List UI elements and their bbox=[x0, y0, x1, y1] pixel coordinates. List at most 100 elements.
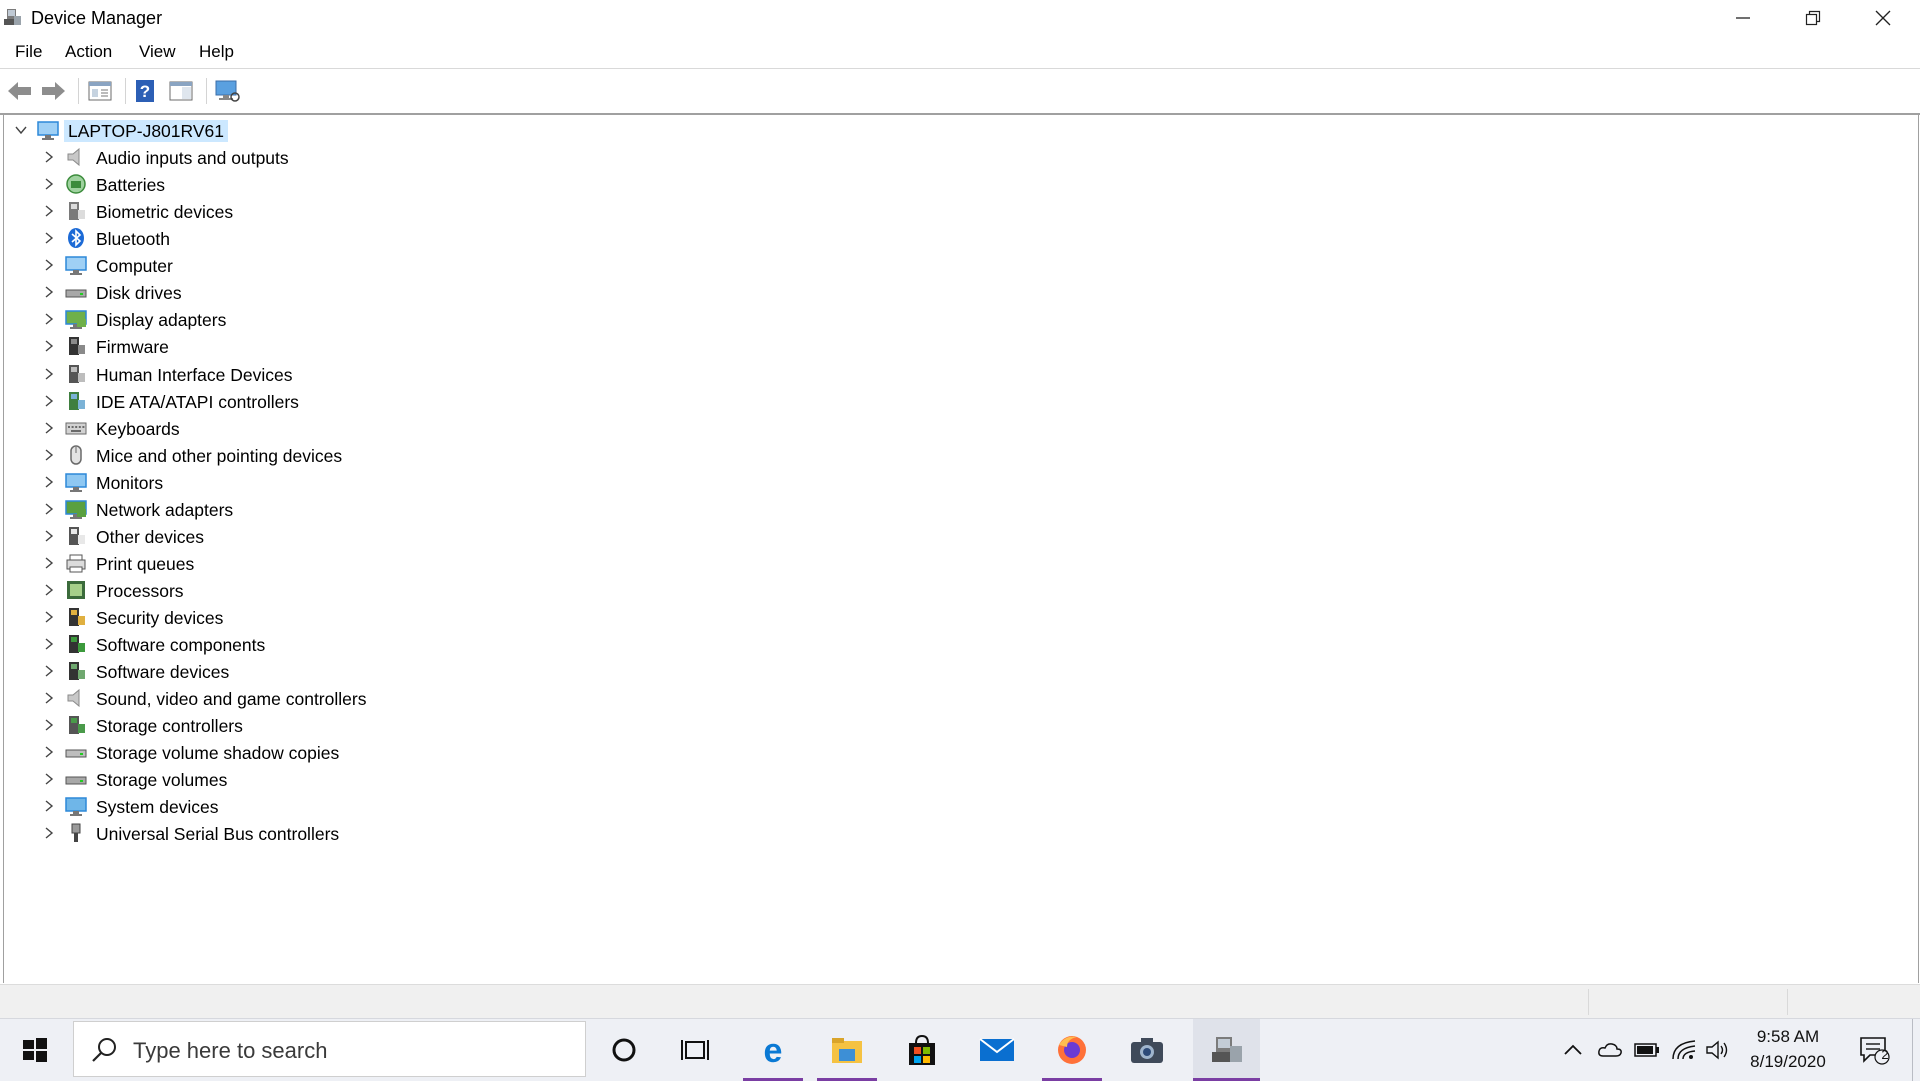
tree-category-row[interactable]: Network adapters bbox=[4, 496, 1904, 523]
tree-category-row[interactable]: Bluetooth bbox=[4, 225, 1904, 252]
close-button[interactable] bbox=[1848, 0, 1917, 36]
tree-category-row[interactable]: Display adapters bbox=[4, 306, 1904, 333]
expand-toggle[interactable] bbox=[14, 123, 28, 137]
tree-category-row[interactable]: Security devices bbox=[4, 604, 1904, 631]
tree-category-row[interactable]: Batteries bbox=[4, 171, 1904, 198]
tree-category-label[interactable]: Bluetooth bbox=[96, 228, 170, 250]
onedrive-button[interactable] bbox=[1597, 1037, 1623, 1063]
show-hidden-icons-button[interactable] bbox=[1560, 1037, 1586, 1063]
forward-button[interactable] bbox=[38, 76, 68, 106]
search-box[interactable]: Type here to search bbox=[73, 1021, 586, 1077]
tree-category-row[interactable]: Biometric devices bbox=[4, 198, 1904, 225]
start-button[interactable] bbox=[5, 1019, 65, 1081]
tree-category-label[interactable]: Human Interface Devices bbox=[96, 364, 292, 386]
help-button[interactable]: ? bbox=[130, 76, 160, 106]
expand-toggle[interactable] bbox=[42, 367, 56, 381]
tree-category-label[interactable]: Software components bbox=[96, 634, 265, 656]
tree-category-row[interactable]: System devices bbox=[4, 793, 1904, 820]
tree-category-label[interactable]: Mice and other pointing devices bbox=[96, 445, 342, 467]
restore-button[interactable] bbox=[1778, 0, 1847, 36]
battery-status-button[interactable] bbox=[1634, 1037, 1660, 1063]
tree-category-label[interactable]: Disk drives bbox=[96, 282, 182, 304]
expand-toggle[interactable] bbox=[42, 718, 56, 732]
expand-toggle[interactable] bbox=[42, 258, 56, 272]
taskbar-app-mail[interactable] bbox=[967, 1019, 1027, 1081]
tree-category-row[interactable]: Human Interface Devices bbox=[4, 361, 1904, 388]
tree-category-label[interactable]: Audio inputs and outputs bbox=[96, 147, 289, 169]
expand-toggle[interactable] bbox=[42, 177, 56, 191]
tree-category-row[interactable]: Processors bbox=[4, 577, 1904, 604]
clock-date[interactable]: 8/19/2020 bbox=[1736, 1052, 1840, 1072]
tree-category-row[interactable]: Mice and other pointing devices bbox=[4, 442, 1904, 469]
tree-category-row[interactable]: Storage volume shadow copies bbox=[4, 739, 1904, 766]
menu-file[interactable]: File bbox=[15, 42, 42, 62]
task-view-button[interactable] bbox=[665, 1019, 725, 1081]
expand-toggle[interactable] bbox=[42, 637, 56, 651]
expand-toggle[interactable] bbox=[42, 475, 56, 489]
tree-category-label[interactable]: Security devices bbox=[96, 607, 223, 629]
expand-toggle[interactable] bbox=[42, 529, 56, 543]
expand-toggle[interactable] bbox=[42, 150, 56, 164]
tree-category-row[interactable]: Keyboards bbox=[4, 415, 1904, 442]
expand-toggle[interactable] bbox=[42, 745, 56, 759]
tree-root-label[interactable]: LAPTOP-J801RV61 bbox=[64, 120, 228, 142]
expand-toggle[interactable] bbox=[42, 448, 56, 462]
tree-category-label[interactable]: Keyboards bbox=[96, 418, 180, 440]
tree-category-row[interactable]: Software components bbox=[4, 631, 1904, 658]
properties-button[interactable] bbox=[85, 76, 115, 106]
expand-toggle[interactable] bbox=[42, 421, 56, 435]
expand-toggle[interactable] bbox=[42, 799, 56, 813]
tree-category-row[interactable]: Storage controllers bbox=[4, 712, 1904, 739]
tree-category-label[interactable]: Processors bbox=[96, 580, 184, 602]
tree-category-label[interactable]: Network adapters bbox=[96, 499, 233, 521]
expand-toggle[interactable] bbox=[42, 664, 56, 678]
expand-toggle[interactable] bbox=[42, 691, 56, 705]
tree-category-row[interactable]: IDE ATA/ATAPI controllers bbox=[4, 388, 1904, 415]
tree-category-label[interactable]: Other devices bbox=[96, 526, 204, 548]
tree-category-label[interactable]: Firmware bbox=[96, 336, 169, 358]
expand-toggle[interactable] bbox=[42, 826, 56, 840]
expand-toggle[interactable] bbox=[42, 312, 56, 326]
expand-toggle[interactable] bbox=[42, 610, 56, 624]
expand-toggle[interactable] bbox=[42, 502, 56, 516]
expand-toggle[interactable] bbox=[42, 394, 56, 408]
tree-root[interactable]: LAPTOP-J801RV61 bbox=[4, 117, 1904, 144]
menu-help[interactable]: Help bbox=[199, 42, 234, 62]
taskbar-app-file-explorer[interactable] bbox=[817, 1019, 877, 1081]
tree-category-label[interactable]: System devices bbox=[96, 796, 219, 818]
tree-category-label[interactable]: Universal Serial Bus controllers bbox=[96, 823, 339, 845]
expand-toggle[interactable] bbox=[42, 204, 56, 218]
expand-toggle[interactable] bbox=[42, 285, 56, 299]
tree-category-row[interactable]: Print queues bbox=[4, 550, 1904, 577]
tree-category-row[interactable]: Disk drives bbox=[4, 279, 1904, 306]
action-center-button[interactable]: 2 bbox=[1857, 1035, 1893, 1065]
tree-category-row[interactable]: Universal Serial Bus controllers bbox=[4, 820, 1904, 847]
tree-category-label[interactable]: Monitors bbox=[96, 472, 163, 494]
tree-category-row[interactable]: Audio inputs and outputs bbox=[4, 144, 1904, 171]
tree-category-label[interactable]: Storage volume shadow copies bbox=[96, 742, 339, 764]
tree-category-label[interactable]: Computer bbox=[96, 255, 173, 277]
expand-toggle[interactable] bbox=[42, 339, 56, 353]
menu-view[interactable]: View bbox=[139, 42, 176, 62]
network-status-button[interactable] bbox=[1671, 1037, 1697, 1063]
taskbar-app-device-manager[interactable] bbox=[1193, 1019, 1260, 1081]
tree-category-label[interactable]: Sound, video and game controllers bbox=[96, 688, 366, 710]
tree-category-row[interactable]: Sound, video and game controllers bbox=[4, 685, 1904, 712]
tree-category-row[interactable]: Computer bbox=[4, 252, 1904, 279]
taskbar-app-firefox[interactable] bbox=[1042, 1019, 1102, 1081]
taskbar-app-camera[interactable] bbox=[1117, 1019, 1177, 1081]
tree-category-label[interactable]: Storage controllers bbox=[96, 715, 243, 737]
show-desktop-button[interactable] bbox=[1912, 1019, 1920, 1081]
tree-category-row[interactable]: Other devices bbox=[4, 523, 1904, 550]
tree-category-row[interactable]: Storage volumes bbox=[4, 766, 1904, 793]
tree-category-label[interactable]: IDE ATA/ATAPI controllers bbox=[96, 391, 299, 413]
taskbar-app-store[interactable] bbox=[892, 1019, 952, 1081]
taskbar-app-edge[interactable]: e bbox=[743, 1019, 803, 1081]
scan-hardware-button[interactable] bbox=[212, 76, 242, 106]
menu-action[interactable]: Action bbox=[65, 42, 112, 62]
tree-category-row[interactable]: Software devices bbox=[4, 658, 1904, 685]
expand-toggle[interactable] bbox=[42, 772, 56, 786]
expand-toggle[interactable] bbox=[42, 583, 56, 597]
tree-category-label[interactable]: Print queues bbox=[96, 553, 194, 575]
volume-button[interactable] bbox=[1705, 1037, 1731, 1063]
